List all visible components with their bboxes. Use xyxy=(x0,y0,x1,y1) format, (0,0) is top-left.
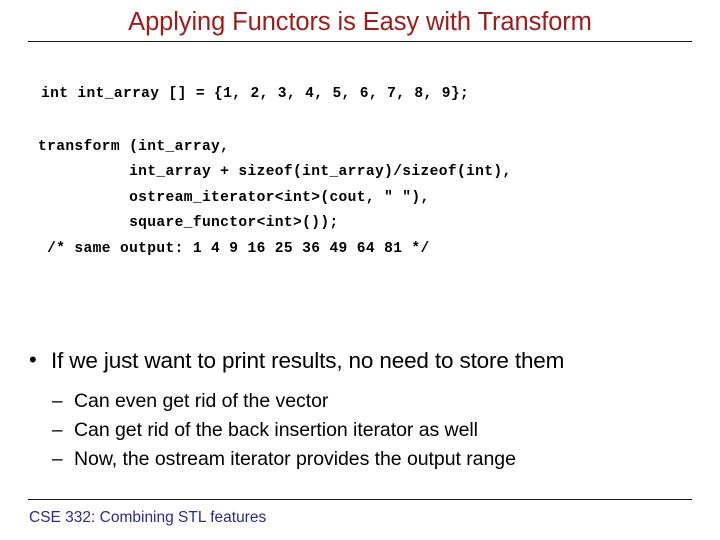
bullet-dot-icon: • xyxy=(29,347,37,372)
bullet-item-sub: – Can even get rid of the vector xyxy=(52,388,712,415)
footer-divider xyxy=(28,499,692,500)
code-block-array-declaration: int int_array [] = {1, 2, 3, 4, 5, 6, 7,… xyxy=(41,85,470,102)
page-title: Applying Functors is Easy with Transform xyxy=(128,8,592,36)
footer-course-label: CSE 332: Combining STL features xyxy=(29,509,267,526)
bullet-sub-label: Now, the ostream iterator provides the o… xyxy=(74,448,516,470)
bullet-item-sub: – Can get rid of the back insertion iter… xyxy=(52,417,712,444)
slide: Applying Functors is Easy with Transform… xyxy=(0,0,720,540)
bullet-sublist: – Can even get rid of the vector – Can g… xyxy=(52,388,712,475)
title-area: Applying Functors is Easy with Transform xyxy=(28,8,692,36)
title-divider xyxy=(28,41,692,42)
bullet-sub-label: Can get rid of the back insertion iterat… xyxy=(74,419,478,441)
bullet-primary-label: If we just want to print results, no nee… xyxy=(51,348,565,373)
code-block-transform-call: transform (int_array, int_array + sizeof… xyxy=(38,138,512,257)
bullet-sub-label: Can even get rid of the vector xyxy=(74,390,329,412)
dash-icon: – xyxy=(52,449,63,470)
bullet-item-primary: • If we just want to print results, no n… xyxy=(28,347,712,374)
dash-icon: – xyxy=(52,420,63,441)
bullet-item-sub: – Now, the ostream iterator provides the… xyxy=(52,446,712,473)
dash-icon: – xyxy=(52,391,63,412)
